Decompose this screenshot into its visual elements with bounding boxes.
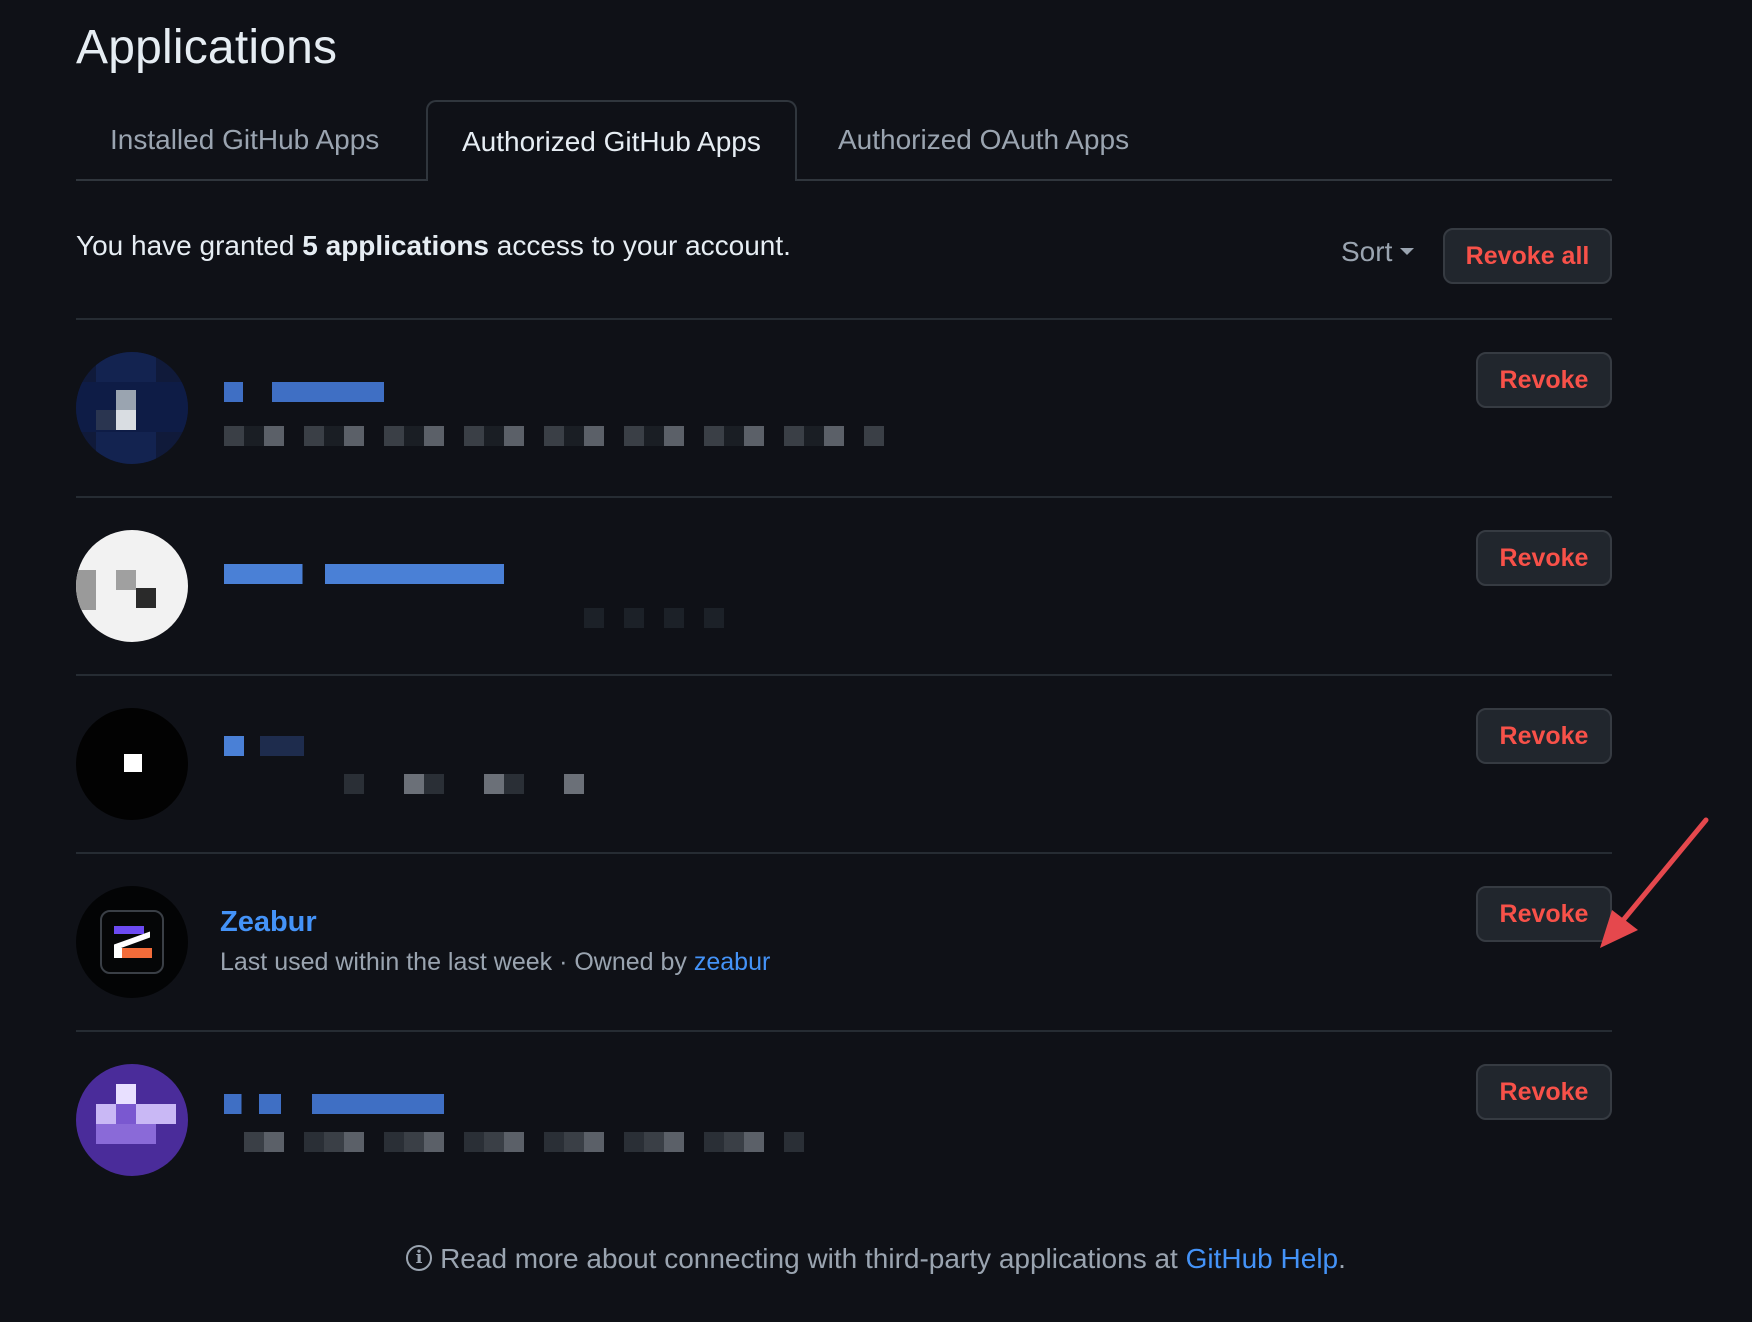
tab-installed-github-apps[interactable]: Installed GitHub Apps (76, 100, 413, 178)
redacted-description (344, 774, 584, 794)
app-avatar-redacted (76, 1064, 188, 1176)
app-name-link[interactable]: Zeabur (220, 906, 317, 939)
tab-bar: Installed GitHub Apps Authorized GitHub … (76, 100, 1612, 181)
app-avatar-redacted (76, 708, 188, 820)
annotation-arrow-icon (1600, 817, 1709, 948)
app-avatar-redacted (76, 352, 188, 464)
info-icon: i (406, 1244, 433, 1271)
revoke-all-button[interactable]: Revoke all (1443, 228, 1612, 284)
app-meta: Last used within the last week · Owned b… (220, 948, 771, 976)
tab-authorized-oauth-apps[interactable]: Authorized OAuth Apps (804, 100, 1163, 178)
redacted-name (224, 382, 384, 402)
list-item: Revoke (76, 318, 1612, 498)
list-item: Revoke (76, 496, 1612, 676)
list-item: Revoke (76, 674, 1612, 854)
redacted-description (584, 608, 744, 628)
sort-dropdown[interactable]: Sort (1341, 236, 1415, 268)
zeabur-avatar (76, 886, 188, 998)
redacted-name (224, 736, 304, 756)
redacted-name (224, 1094, 444, 1114)
revoke-button[interactable]: Revoke (1476, 352, 1612, 408)
help-footer: i Read more about connecting with third-p… (0, 1243, 1752, 1275)
redacted-name (224, 564, 504, 584)
granted-summary: You have granted 5 applications access t… (76, 230, 791, 261)
redacted-description (244, 1132, 804, 1152)
list-item: Revoke (76, 1030, 1612, 1210)
redacted-description (224, 426, 884, 446)
app-avatar-redacted (76, 530, 188, 642)
revoke-button[interactable]: Revoke (1476, 530, 1612, 586)
revoke-button[interactable]: Revoke (1476, 708, 1612, 764)
page-title: Applications (76, 21, 338, 74)
tab-authorized-github-apps[interactable]: Authorized GitHub Apps (426, 100, 797, 181)
revoke-button[interactable]: Revoke (1476, 1064, 1612, 1120)
zeabur-logo-icon (100, 910, 164, 974)
app-count: 5 applications (302, 230, 489, 261)
owner-link[interactable]: zeabur (694, 948, 770, 976)
caret-down-icon (1400, 248, 1415, 256)
github-help-link[interactable]: GitHub Help (1186, 1243, 1339, 1274)
list-item-zeabur: Zeabur Last used within the last week · … (76, 852, 1612, 1032)
